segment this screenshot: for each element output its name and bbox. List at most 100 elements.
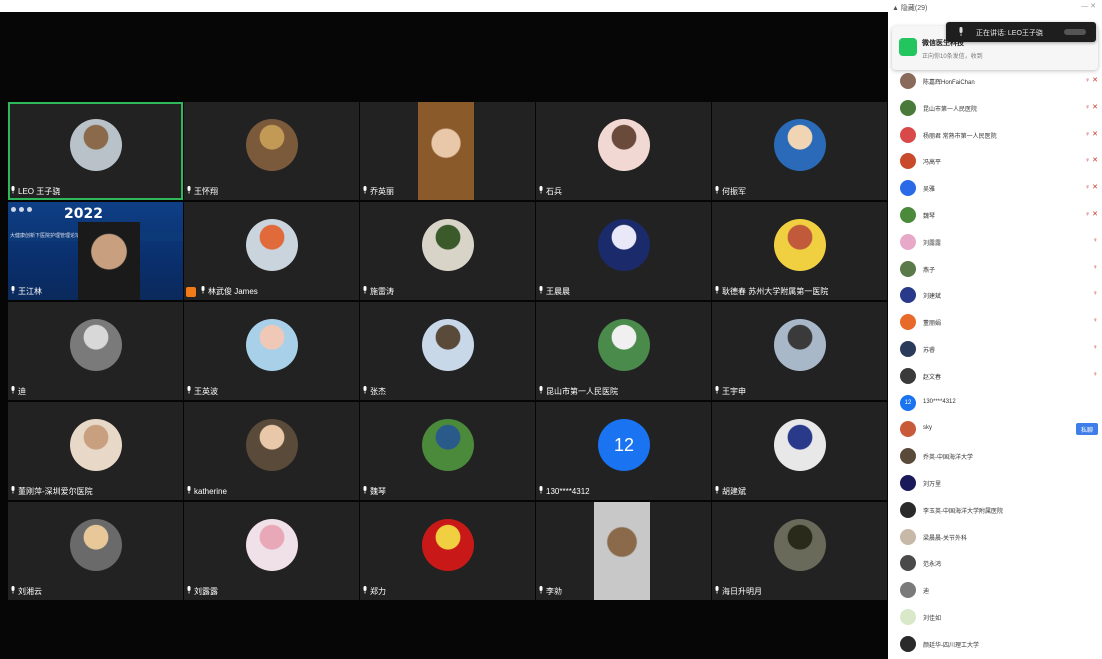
- participant-avatar: [900, 287, 916, 304]
- mute-status-icon[interactable]: ♀: [1093, 344, 1098, 351]
- participant-row[interactable]: 魏琴 ♀ ✕: [888, 202, 1102, 229]
- tile-name-label: 王怀翔: [186, 186, 218, 198]
- participant-row[interactable]: 刘建斌 ♀: [888, 282, 1102, 309]
- mic-icon: [714, 286, 720, 298]
- participant-row[interactable]: 颜廷华-四川理工大学: [888, 631, 1102, 658]
- tile-name-label: 何振军: [714, 186, 746, 198]
- video-tile[interactable]: 刘湘云: [8, 502, 183, 600]
- participant-name: 董丽娟: [923, 321, 942, 328]
- participant-avatar: [900, 448, 916, 465]
- active-speaker-label: 正在讲话: LEO王子骁: [976, 30, 1043, 37]
- video-tile[interactable]: 王宇申: [712, 302, 887, 400]
- participant-avatar: [900, 180, 916, 197]
- video-tile[interactable]: 耿德春 苏州大学附属第一医院: [712, 202, 887, 300]
- video-tile[interactable]: 王晨晨: [536, 202, 711, 300]
- tile-name-label: 董刚萍-深圳爱尔医院: [10, 486, 93, 498]
- video-tile[interactable]: LEO 王子骁: [8, 102, 183, 200]
- participant-row[interactable]: 陈嘉辉HonFaiChan ♀ ✕: [888, 68, 1102, 95]
- wechat-icon: [899, 38, 917, 56]
- participant-avatar: [774, 419, 826, 471]
- video-tile[interactable]: 王英波: [184, 302, 359, 400]
- participant-avatar: [598, 119, 650, 171]
- tile-name-label: 施雷涛: [362, 286, 394, 298]
- mute-status-icon[interactable]: ♀ ✕: [1085, 210, 1098, 218]
- mic-icon: [10, 586, 16, 598]
- video-tile[interactable]: 魏琴: [360, 402, 535, 500]
- participant-row[interactable]: sky 私聊: [888, 416, 1102, 443]
- panel-window-controls[interactable]: — ✕: [1081, 2, 1096, 10]
- participant-name: 刘佳如: [923, 615, 942, 622]
- mute-status-icon[interactable]: ♀: [1093, 371, 1098, 378]
- mute-status-icon[interactable]: ♀ ✕: [1085, 130, 1098, 138]
- video-tile[interactable]: 施雷涛: [360, 202, 535, 300]
- mic-icon: [10, 386, 16, 398]
- mic-icon: [10, 186, 16, 198]
- tile-name-label: 王宇申: [714, 386, 746, 398]
- participant-avatar: [900, 126, 916, 143]
- participant-row[interactable]: 冯高平 ♀ ✕: [888, 148, 1102, 175]
- participant-row[interactable]: 李玉英-中国海洋大学附属医院: [888, 497, 1102, 524]
- video-tile[interactable]: katherine: [184, 402, 359, 500]
- video-tile[interactable]: 2022 大健康创新下医院护理管理论坛 王江林: [8, 202, 183, 300]
- video-tile[interactable]: 迪: [8, 302, 183, 400]
- participant-row[interactable]: 12 130****4312: [888, 390, 1102, 417]
- participant-row[interactable]: 刘万里: [888, 470, 1102, 497]
- participant-row[interactable]: 范永鸿: [888, 550, 1102, 577]
- participant-row[interactable]: 梁晨晨-关节外科: [888, 524, 1102, 551]
- video-tile[interactable]: 昆山市第一人民医院: [536, 302, 711, 400]
- video-tile[interactable]: 胡建斌: [712, 402, 887, 500]
- tile-name-label: 刘湘云: [10, 586, 42, 598]
- video-tile[interactable]: 12 130****4312: [536, 402, 711, 500]
- participant-row[interactable]: 刘佳如: [888, 604, 1102, 631]
- participant-avatar: [70, 319, 122, 371]
- camera-video: [594, 502, 650, 600]
- participant-row[interactable]: 赵文春 ♀: [888, 363, 1102, 390]
- participant-row[interactable]: 苏睿 ♀: [888, 336, 1102, 363]
- participant-avatar: [70, 419, 122, 471]
- mute-status-icon[interactable]: ♀: [1093, 264, 1098, 271]
- participant-avatar: [900, 474, 916, 491]
- participant-row[interactable]: 杨丽君 常熟市第一人民医院 ♀ ✕: [888, 122, 1102, 149]
- participant-row[interactable]: 迪: [888, 577, 1102, 604]
- mute-status-icon[interactable]: ♀: [1093, 317, 1098, 324]
- video-tile[interactable]: 张杰: [360, 302, 535, 400]
- video-tile[interactable]: 林武俊 James: [184, 202, 359, 300]
- participant-row[interactable]: 吴雅 ♀ ✕: [888, 175, 1102, 202]
- tile-name-label: 张杰: [362, 386, 386, 398]
- video-tile[interactable]: 乔英丽: [360, 102, 535, 200]
- mic-icon: [362, 486, 368, 498]
- mic-icon: [10, 286, 16, 298]
- participant-row[interactable]: 董丽娟 ♀: [888, 309, 1102, 336]
- mic-icon: [714, 386, 720, 398]
- video-tile[interactable]: 王怀翔: [184, 102, 359, 200]
- notification-subtitle: 正向你10条发信，收到: [922, 54, 983, 60]
- mic-icon: [186, 486, 192, 498]
- panel-title[interactable]: ▲ 隐藏(29): [892, 3, 927, 13]
- mute-status-icon[interactable]: ♀ ✕: [1085, 103, 1098, 111]
- participant-avatar: [900, 528, 916, 545]
- mic-icon: [538, 286, 544, 298]
- video-tile[interactable]: 董刚萍-深圳爱尔医院: [8, 402, 183, 500]
- mute-status-icon[interactable]: ♀ ✕: [1085, 156, 1098, 164]
- video-tile[interactable]: 海日升明月: [712, 502, 887, 600]
- participant-row[interactable]: 刘露露 ♀: [888, 229, 1102, 256]
- mute-status-icon[interactable]: ♀ ✕: [1085, 183, 1098, 191]
- video-stage: LEO 王子骁 王怀翔 乔英丽 石兵 何振军 2022 大健康创新下医院护理管理论坛 王江林林…: [0, 0, 888, 659]
- participant-avatar: [900, 153, 916, 170]
- private-chat-button[interactable]: 私聊: [1076, 423, 1098, 436]
- participant-row[interactable]: 燕子 ♀: [888, 256, 1102, 283]
- tile-name-label: 石兵: [538, 186, 562, 198]
- video-tile[interactable]: 郑力: [360, 502, 535, 600]
- video-tile[interactable]: 石兵: [536, 102, 711, 200]
- video-tile[interactable]: 李勍: [536, 502, 711, 600]
- mute-status-icon[interactable]: ♀: [1093, 237, 1098, 244]
- mute-status-icon[interactable]: ♀ ✕: [1085, 76, 1098, 84]
- mic-icon: [200, 286, 206, 298]
- mute-status-icon[interactable]: ♀: [1093, 290, 1098, 297]
- video-tile[interactable]: 何振军: [712, 102, 887, 200]
- mic-icon: [362, 586, 368, 598]
- video-tile[interactable]: 刘露露: [184, 502, 359, 600]
- participant-row[interactable]: 昆山市第一人民医院 ♀ ✕: [888, 95, 1102, 122]
- mic-icon: [186, 386, 192, 398]
- participant-row[interactable]: 乔英-中国海洋大学: [888, 443, 1102, 470]
